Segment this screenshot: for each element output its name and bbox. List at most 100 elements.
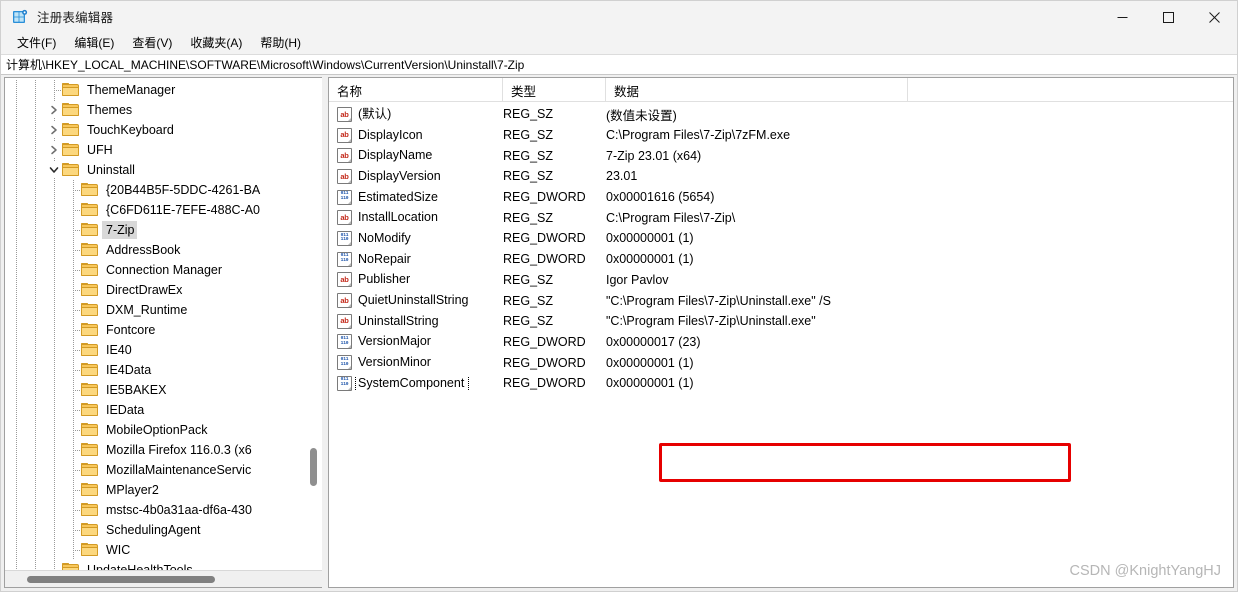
tree-item[interactable]: IE4Data <box>5 360 322 380</box>
tree-item[interactable]: IE40 <box>5 340 322 360</box>
column-header-data[interactable]: 数据 <box>606 78 908 102</box>
tree-item[interactable]: IE5BAKEX <box>5 380 322 400</box>
registry-value-row[interactable]: 011 110 NoRepair REG_DWORD 0x00000001 (1) <box>329 249 1233 270</box>
registry-value-row[interactable]: 011 110 SystemComponent REG_DWORD 0x00000001… <box>329 373 1233 394</box>
tree-item-label: IE4Data <box>106 363 152 377</box>
registry-value-row[interactable]: ab DisplayIcon REG_SZ C:\Program Files\7-Zi… <box>329 125 1233 146</box>
maximize-button[interactable] <box>1145 1 1191 33</box>
tree-guide-line <box>54 200 55 220</box>
registry-value-row[interactable]: 011 110 VersionMinor REG_DWORD 0x00000001 (1… <box>329 352 1233 373</box>
registry-path[interactable]: 计算机\HKEY_LOCAL_MACHINE\SOFTWARE\Microsof… <box>6 56 524 73</box>
address-bar[interactable]: 计算机\HKEY_LOCAL_MACHINE\SOFTWARE\Microsof… <box>1 54 1237 75</box>
folder-icon <box>62 163 79 177</box>
chevron-down-icon[interactable] <box>46 162 62 178</box>
tree-item[interactable]: ThemeManager <box>5 80 322 100</box>
registry-value-row[interactable]: ab QuietUninstallString REG_SZ "C:\Program … <box>329 290 1233 311</box>
registry-tree: ThemeManager Themes TouchKeyboard UFH Uninst… <box>5 78 322 570</box>
tree-item-label: TouchKeyboard <box>87 123 174 137</box>
tree-guide-line <box>16 340 17 360</box>
tree-horizontal-scrollbar[interactable] <box>5 570 322 587</box>
registry-value-type: REG_SZ <box>503 148 554 163</box>
menu-favorites[interactable]: 收藏夹(A) <box>181 32 251 54</box>
tree-item[interactable]: Mozilla Firefox 116.0.3 (x6 <box>5 440 322 460</box>
tree-item-label: ThemeManager <box>87 83 176 97</box>
reg-dword-icon: 011 110 <box>337 230 352 246</box>
tree-item-label: MPlayer2 <box>106 483 159 497</box>
registry-value-row[interactable]: 011 110 EstimatedSize REG_DWORD 0x00001616 (… <box>329 187 1233 208</box>
menu-help[interactable]: 帮助(H) <box>251 32 310 54</box>
folder-icon <box>81 423 98 437</box>
column-header-type[interactable]: 类型 <box>503 78 606 102</box>
registry-value-row[interactable]: 011 110 VersionMajor REG_DWORD 0x00000017 (2… <box>329 332 1233 353</box>
minimize-button[interactable] <box>1099 1 1145 33</box>
registry-value-row[interactable]: 011 110 NoModify REG_DWORD 0x00000001 (1) <box>329 228 1233 249</box>
tree-leaf-spacer <box>65 202 81 218</box>
tree-guide-line <box>54 440 55 460</box>
tree-guide-line <box>35 120 36 140</box>
tree-item[interactable]: Connection Manager <box>5 260 322 280</box>
tree-item-label: Connection Manager <box>106 263 223 277</box>
title-bar: 注册表编辑器 <box>1 1 1237 33</box>
folder-icon <box>81 263 98 277</box>
folder-icon <box>81 443 98 457</box>
tree-item[interactable]: {C6FD611E-7EFE-488C-A0 <box>5 200 322 220</box>
tree-item-label: UFH <box>87 143 113 157</box>
tree-item[interactable]: WIC <box>5 540 322 560</box>
tree-item[interactable]: Fontcore <box>5 320 322 340</box>
cell-name: 011 110 VersionMajor <box>337 334 503 350</box>
registry-value-type: REG_DWORD <box>503 190 586 205</box>
registry-value-type: REG_SZ <box>503 169 554 184</box>
tree-guide-line <box>35 220 36 240</box>
registry-value-row[interactable]: ab DisplayVersion REG_SZ 23.01 <box>329 166 1233 187</box>
tree-item[interactable]: AddressBook <box>5 240 322 260</box>
tree-item[interactable]: DirectDrawEx <box>5 280 322 300</box>
folder-icon <box>81 403 98 417</box>
chevron-right-icon[interactable] <box>46 102 62 118</box>
tree-item[interactable]: mstsc-4b0a31aa-df6a-430 <box>5 500 322 520</box>
tree-guide-line <box>54 260 55 280</box>
tree-horizontal-scroll-thumb[interactable] <box>27 576 215 583</box>
menu-edit[interactable]: 编辑(E) <box>65 32 123 54</box>
tree-item[interactable]: SchedulingAgent <box>5 520 322 540</box>
tree-scroll-area: ThemeManager Themes TouchKeyboard UFH Uninst… <box>5 78 322 570</box>
tree-leaf-spacer <box>46 82 62 98</box>
tree-guide-line <box>54 520 55 540</box>
registry-value-row[interactable]: ab InstallLocation REG_SZ C:\Program Files\… <box>329 207 1233 228</box>
registry-value-row[interactable]: ab DisplayName REG_SZ 7-Zip 23.01 (x64) <box>329 145 1233 166</box>
close-button[interactable] <box>1191 1 1237 33</box>
tree-item[interactable]: DXM_Runtime <box>5 300 322 320</box>
tree-guide-line <box>16 540 17 560</box>
registry-value-row[interactable]: ab UninstallString REG_SZ "C:\Program Files… <box>329 311 1233 332</box>
tree-item-label: DirectDrawEx <box>106 283 183 297</box>
registry-value-name: VersionMinor <box>358 355 431 370</box>
registry-value-type: REG_DWORD <box>503 334 586 349</box>
tree-guide-line <box>35 520 36 540</box>
registry-value-data: 7-Zip 23.01 (x64) <box>606 148 702 163</box>
menu-file[interactable]: 文件(F) <box>8 32 65 54</box>
tree-vertical-scroll-thumb[interactable] <box>310 448 317 486</box>
tree-item[interactable]: TouchKeyboard <box>5 120 322 140</box>
tree-vertical-scrollbar[interactable] <box>305 78 322 553</box>
tree-item[interactable]: MobileOptionPack <box>5 420 322 440</box>
tree-item[interactable]: IEData <box>5 400 322 420</box>
tree-leaf-spacer <box>65 222 81 238</box>
tree-item[interactable]: UFH <box>5 140 322 160</box>
registry-value-row[interactable]: ab Publisher REG_SZ Igor Pavlov <box>329 270 1233 291</box>
chevron-right-icon[interactable] <box>46 122 62 138</box>
tree-guide-line <box>54 280 55 300</box>
tree-leaf-spacer <box>65 422 81 438</box>
tree-guide-line <box>54 220 55 240</box>
tree-guide-line <box>35 240 36 260</box>
tree-item[interactable]: Themes <box>5 100 322 120</box>
column-header-name[interactable]: 名称 <box>329 78 503 102</box>
tree-item[interactable]: UpdateHealthTools <box>5 560 322 570</box>
registry-value-name: Publisher <box>358 272 411 287</box>
tree-item[interactable]: Uninstall <box>5 160 322 180</box>
registry-value-row[interactable]: ab (默认) REG_SZ (数值未设置) <box>329 104 1233 125</box>
tree-item[interactable]: {20B44B5F-5DDC-4261-BA <box>5 180 322 200</box>
menu-view[interactable]: 查看(V) <box>123 32 181 54</box>
tree-item[interactable]: 7-Zip <box>5 220 322 240</box>
tree-item[interactable]: MozillaMaintenanceServic <box>5 460 322 480</box>
chevron-right-icon[interactable] <box>46 142 62 158</box>
tree-item[interactable]: MPlayer2 <box>5 480 322 500</box>
